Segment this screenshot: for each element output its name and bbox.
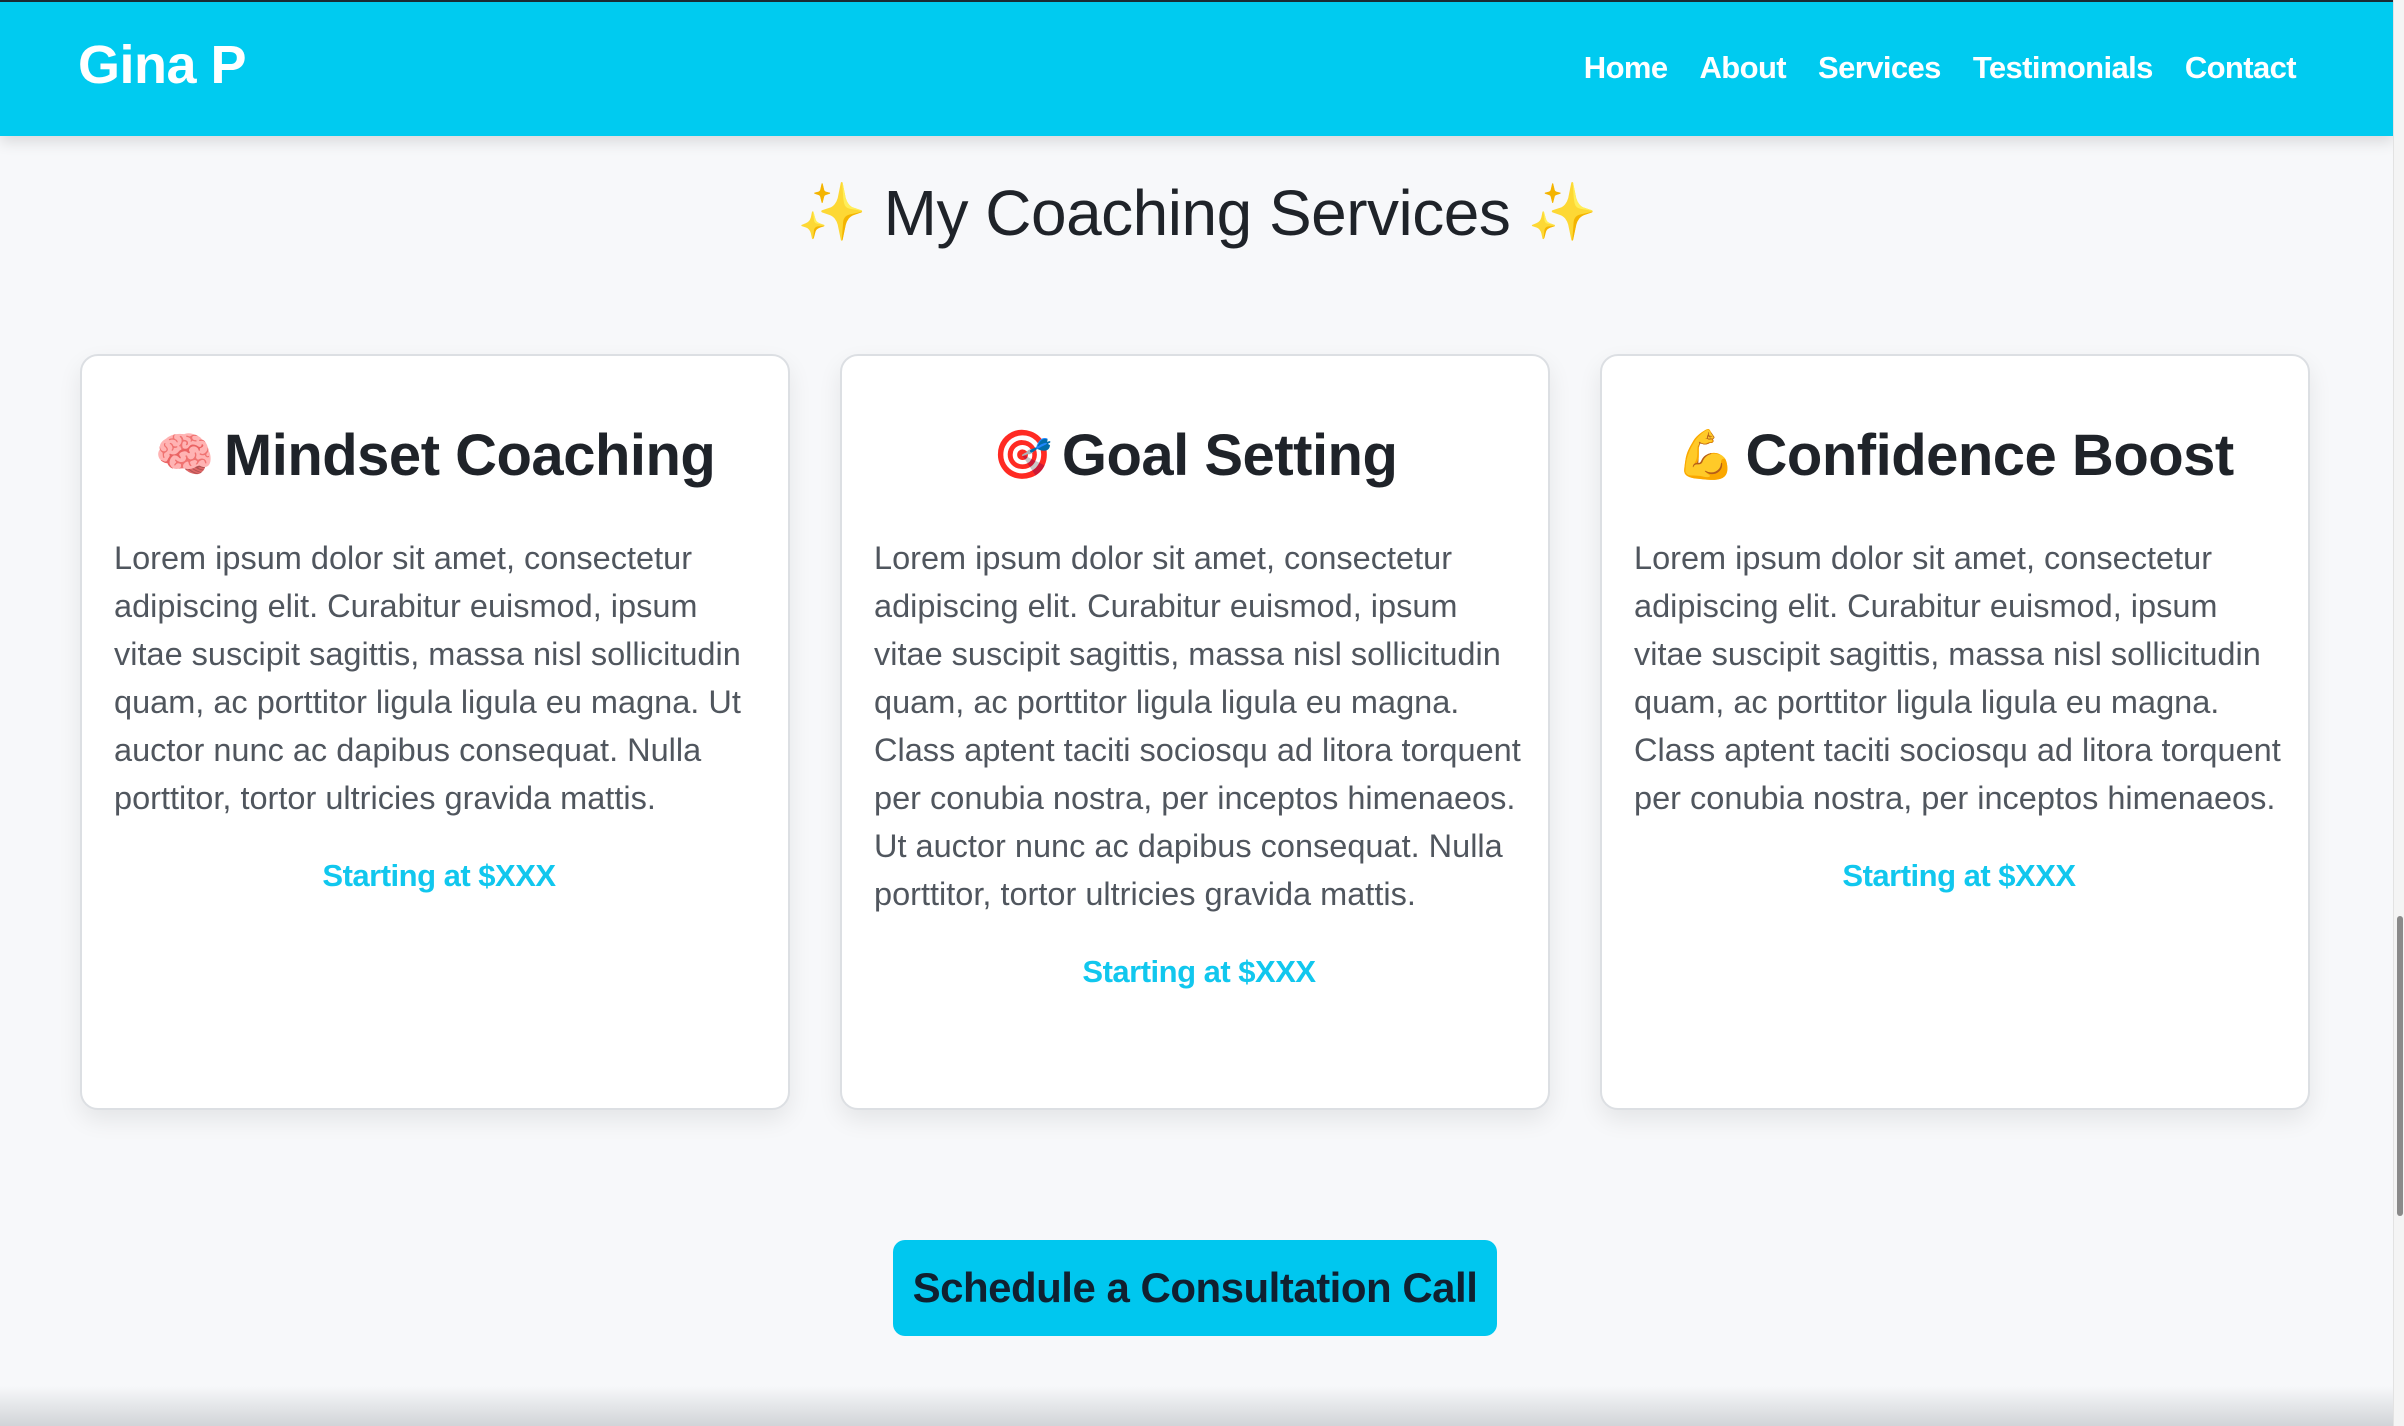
card-body: Lorem ipsum dolor sit amet, consectetur …: [1634, 534, 2284, 900]
scrollbar[interactable]: [2393, 0, 2404, 1426]
card-price: Starting at $XXX: [1842, 858, 2076, 893]
card-description: Lorem ipsum dolor sit amet, consectetur …: [1634, 540, 2281, 816]
nav-link-testimonials[interactable]: Testimonials: [1973, 50, 2154, 86]
card-title-text: Confidence Boost: [1745, 423, 2235, 488]
flexed-bicep-icon: 💪: [1676, 429, 1736, 482]
section-title-text: My Coaching Services: [883, 177, 1511, 249]
brain-icon: 🧠: [154, 429, 215, 482]
nav-links: Home About Services Testimonials Contact: [1584, 50, 2297, 86]
card-price: Starting at $XXX: [322, 858, 556, 893]
navbar: Gina P Home About Services Testimonials …: [0, 0, 2394, 136]
scrollbar-thumb[interactable]: [2397, 916, 2403, 1216]
nav-link-contact[interactable]: Contact: [2185, 50, 2297, 86]
brand-logo[interactable]: Gina P: [78, 34, 247, 96]
bottom-edge-shadow: [0, 1386, 2394, 1426]
sparkle-icon: ✨: [797, 180, 867, 243]
card-title: 🎯 Goal Setting: [842, 422, 1548, 489]
target-icon: 🎯: [992, 429, 1053, 482]
nav-link-home[interactable]: Home: [1584, 50, 1668, 86]
nav-link-services[interactable]: Services: [1818, 50, 1941, 86]
card-body: Lorem ipsum dolor sit amet, consectetur …: [874, 534, 1524, 996]
service-card-mindset: 🧠 Mindset Coaching Lorem ipsum dolor sit …: [80, 354, 790, 1110]
page: Gina P Home About Services Testimonials …: [0, 0, 2404, 1426]
card-title: 💪 Confidence Boost: [1602, 422, 2308, 489]
card-title: 🧠 Mindset Coaching: [82, 422, 788, 489]
sparkle-icon: ✨: [1527, 180, 1598, 243]
card-description: Lorem ipsum dolor sit amet, consectetur …: [874, 540, 1521, 912]
card-price: Starting at $XXX: [1082, 954, 1316, 989]
card-description: Lorem ipsum dolor sit amet, consectetur …: [114, 540, 741, 816]
nav-link-about[interactable]: About: [1700, 50, 1787, 86]
service-card-confidence: 💪 Confidence Boost Lorem ipsum dolor sit …: [1600, 354, 2310, 1110]
section-title: ✨ My Coaching Services ✨: [0, 176, 2394, 250]
card-title-text: Goal Setting: [1061, 423, 1398, 488]
schedule-consultation-button[interactable]: Schedule a Consultation Call: [893, 1240, 1497, 1336]
card-body: Lorem ipsum dolor sit amet, consectetur …: [114, 534, 764, 900]
card-title-text: Mindset Coaching: [223, 423, 716, 488]
service-card-goal-setting: 🎯 Goal Setting Lorem ipsum dolor sit amet…: [840, 354, 1550, 1110]
